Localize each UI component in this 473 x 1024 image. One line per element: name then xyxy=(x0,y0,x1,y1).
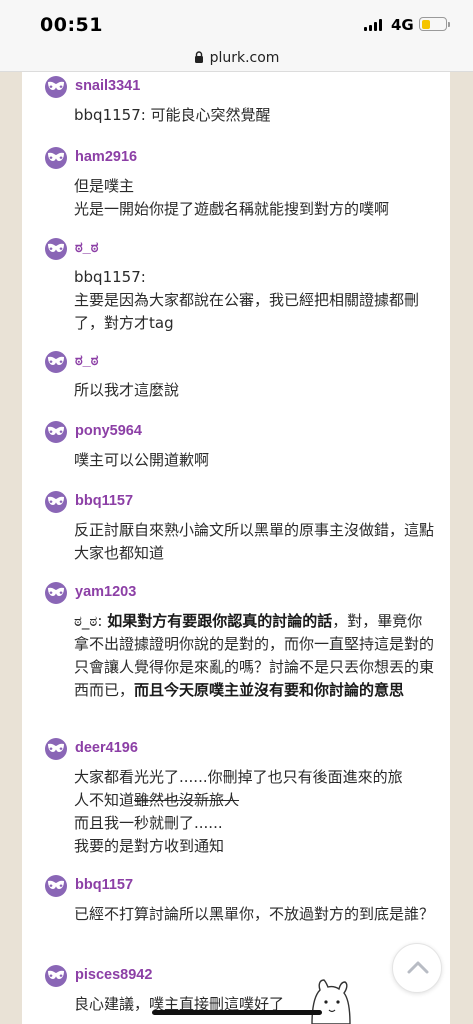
username[interactable]: deer4196 xyxy=(75,740,138,756)
avatar[interactable] xyxy=(45,582,67,604)
comment-text: 所以我才這麼說 xyxy=(74,379,434,402)
text-segment: 人不知道 xyxy=(74,791,135,809)
mask-avatar-icon xyxy=(48,426,64,435)
comment-line: bbq1157: 可能良心突然覺醒 xyxy=(74,106,271,124)
avatar[interactable] xyxy=(45,238,67,260)
avatar[interactable] xyxy=(45,421,67,443)
comment-line: 人不知道雖然也沒新旅人 xyxy=(74,789,434,812)
bold-text-segment: 而且今天原噗主並沒有要和你討論的意思 xyxy=(134,681,405,699)
bold-text-segment: 如果對方有要跟你認真的討論的話 xyxy=(107,612,333,630)
avatar[interactable] xyxy=(45,147,67,169)
avatar[interactable] xyxy=(45,965,67,987)
comment-line: 噗主可以公開道歉啊 xyxy=(74,451,210,469)
clock: 00:51 xyxy=(40,14,103,36)
username[interactable]: pisces8942 xyxy=(75,967,152,983)
battery-icon xyxy=(419,17,447,31)
mask-avatar-icon xyxy=(48,587,64,596)
comment-text: 反正討厭自來熟小論文所以黑單的原事主沒做錯，這點大家也都知道 xyxy=(74,519,434,565)
comment-line: 但是噗主 xyxy=(74,177,135,195)
username[interactable]: bbq1157 xyxy=(75,877,133,893)
mascot-icon xyxy=(311,979,351,1024)
comment-line: 光是一開始你提了遊戲名稱就能搜到對方的噗啊 xyxy=(74,200,390,218)
comment-text: bbq1157: 可能良心突然覺醒 xyxy=(74,104,434,127)
comment-line: 大家都看光光了......你刪掉了也只有後面進來的旅 xyxy=(74,768,403,786)
mask-avatar-icon xyxy=(48,970,64,979)
username[interactable]: yam1203 xyxy=(75,584,136,600)
mask-avatar-icon xyxy=(48,152,64,161)
comment-line: ಠ_ಠ: 如果對方有要跟你認真的討論的話，對，畢竟你拿不出證據證明你說的是對的，… xyxy=(74,610,434,702)
comment-text: 噗主可以公開道歉啊 xyxy=(74,449,434,472)
comment-text: 已經不打算討論所以黑單你，不放過對方的到底是誰？ xyxy=(74,903,434,926)
home-indicator xyxy=(152,1010,322,1015)
url-text: plurk.com xyxy=(209,49,280,66)
comment-line: 而且我一秒就刪了...... xyxy=(74,814,223,832)
battery-tip xyxy=(448,22,450,27)
mask-avatar-icon xyxy=(48,880,64,889)
signal-icon xyxy=(364,19,384,31)
username[interactable]: snail3341 xyxy=(75,78,140,94)
comment-line: bbq1157: xyxy=(74,268,146,286)
comment-text: ಠ_ಠ: 如果對方有要跟你認真的討論的話，對，畢竟你拿不出證據證明你說的是對的，… xyxy=(74,610,434,702)
response-list: snail3341 bbq1157: 可能良心突然覺醒 ham2916 但是噗主… xyxy=(22,72,450,1024)
lock-icon xyxy=(194,50,203,63)
comment-line: 反正討厭自來熟小論文所以黑單的原事主沒做錯，這點大家也都知道 xyxy=(74,521,435,562)
username[interactable]: ಠ_ಠ xyxy=(75,353,98,369)
mask-avatar-icon xyxy=(48,356,64,365)
username[interactable]: ham2916 xyxy=(75,149,137,165)
avatar[interactable] xyxy=(45,738,67,760)
username[interactable]: ಠ_ಠ xyxy=(75,240,98,256)
status-bar: 00:51 4G xyxy=(0,0,473,44)
network-type: 4G xyxy=(391,16,414,34)
username[interactable]: pony5964 xyxy=(75,423,142,439)
comment-line: 所以我才這麼說 xyxy=(74,381,180,399)
text-segment: ಠ_ಠ: xyxy=(74,612,108,630)
mask-avatar-icon xyxy=(48,81,64,90)
url-bar[interactable]: plurk.com xyxy=(0,44,473,72)
comment-text: 大家都看光光了......你刪掉了也只有後面進來的旅 人不知道雖然也沒新旅人 而… xyxy=(74,766,434,858)
mask-avatar-icon xyxy=(48,743,64,752)
comment-text: bbq1157: 主要是因為大家都說在公審，我已經把相關證據都刪了，對方才tag xyxy=(74,266,434,335)
strikethrough-text: 雖然也沒新旅人 xyxy=(134,791,240,809)
avatar[interactable] xyxy=(45,351,67,373)
username[interactable]: bbq1157 xyxy=(75,493,133,509)
mask-avatar-icon xyxy=(48,496,64,505)
avatar[interactable] xyxy=(45,491,67,513)
comment-text: 但是噗主 光是一開始你提了遊戲名稱就能搜到對方的噗啊 xyxy=(74,175,434,221)
comment-line: 已經不打算討論所以黑單你，不放過對方的到底是誰？ xyxy=(74,905,435,923)
avatar[interactable] xyxy=(45,875,67,897)
comment-line: 主要是因為大家都說在公審，我已經把相關證據都刪了，對方才tag xyxy=(74,291,420,332)
comment-line: 我要的是對方收到通知 xyxy=(74,837,225,855)
scroll-to-top-button[interactable] xyxy=(392,943,442,993)
chevron-up-icon xyxy=(407,961,429,974)
avatar[interactable] xyxy=(45,76,67,98)
mask-avatar-icon xyxy=(48,243,64,252)
